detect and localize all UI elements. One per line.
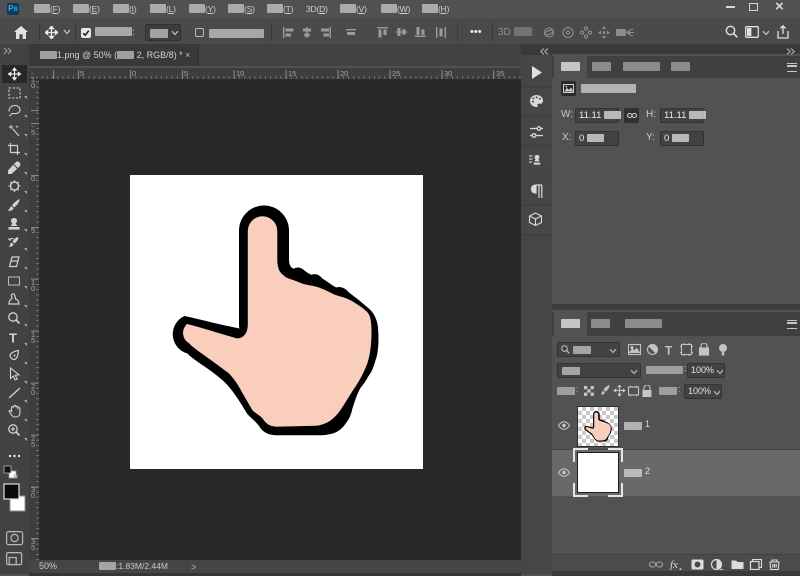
svg-text:T: T xyxy=(9,331,17,346)
svg-text:T: T xyxy=(665,344,673,357)
svg-text:fx: fx xyxy=(670,559,678,570)
